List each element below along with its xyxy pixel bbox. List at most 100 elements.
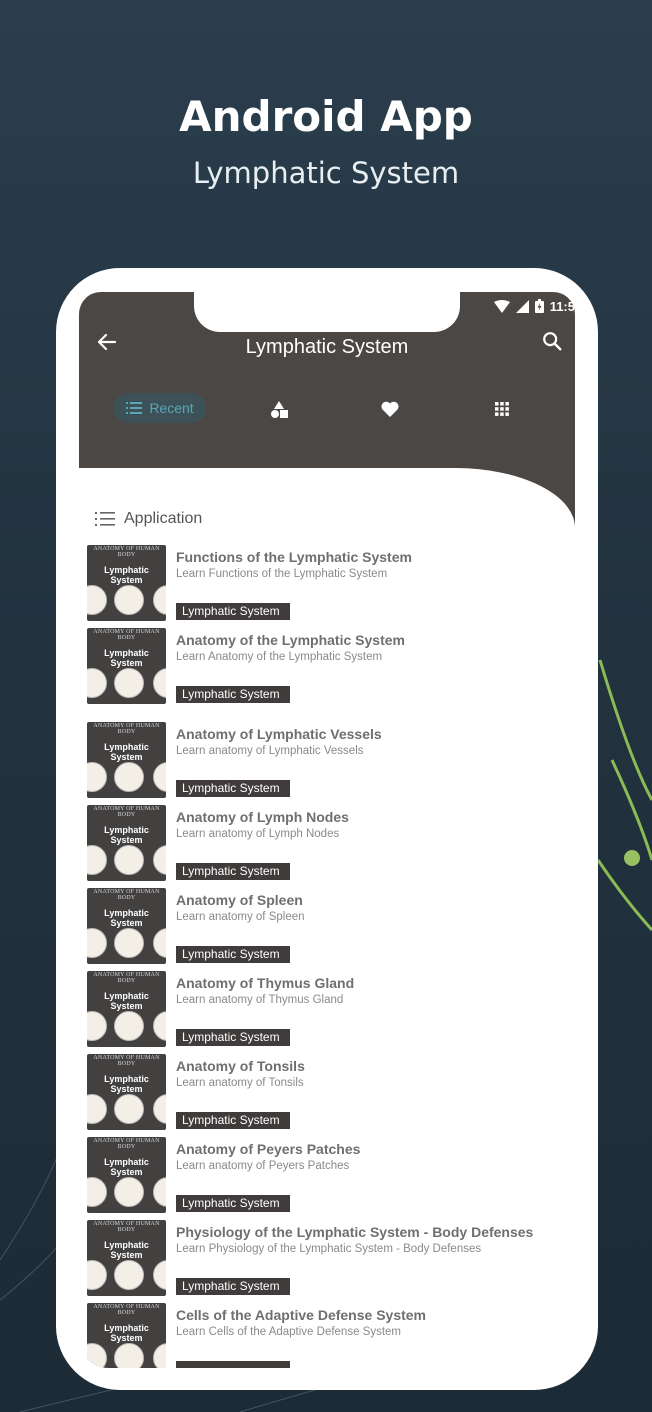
item-title: Anatomy of the Lymphatic System — [176, 632, 405, 648]
topic-thumbnail: ANATOMY OF HUMAN BODY Lymphatic System — [87, 1303, 166, 1368]
item-subtitle: Learn Anatomy of the Lymphatic System — [176, 651, 383, 663]
anatomy-illustration — [87, 1343, 107, 1368]
list-item[interactable]: ANATOMY OF HUMAN BODY Lymphatic System Ana… — [87, 805, 567, 883]
category-tag — [176, 1361, 290, 1368]
list-item[interactable]: ANATOMY OF HUMAN BODY Lymphatic System Ana… — [87, 971, 567, 1049]
list-item[interactable]: ANATOMY OF HUMAN BODY Lymphatic System Ana… — [87, 1054, 567, 1132]
item-title: Anatomy of Peyers Patches — [176, 1141, 361, 1157]
anatomy-illustration — [87, 845, 107, 875]
topic-thumbnail: ANATOMY OF HUMAN BODY Lymphatic System — [87, 1137, 166, 1213]
category-tag: Lymphatic System — [176, 1195, 290, 1212]
thumbnail-title: Lymphatic System — [104, 1074, 149, 1094]
anatomy-illustration — [114, 1094, 144, 1124]
tab-bar: Recent — [79, 393, 575, 425]
anatomy-illustration — [153, 1343, 166, 1368]
anatomy-illustration — [153, 668, 166, 698]
list-item[interactable]: ANATOMY OF HUMAN BODY Lymphatic System Phy… — [87, 1220, 567, 1298]
thumbnail-title: Lymphatic System — [104, 742, 149, 762]
item-subtitle: Learn Functions of the Lymphatic System — [176, 568, 388, 580]
thumbnail-title: Lymphatic System — [104, 991, 149, 1011]
item-subtitle: Learn Cells of the Adaptive Defense Syst… — [176, 1326, 402, 1338]
thumbnail-caption: ANATOMY OF HUMAN BODY — [93, 629, 160, 641]
anatomy-illustration — [87, 928, 107, 958]
anatomy-illustration — [114, 928, 144, 958]
wifi-icon — [493, 299, 510, 313]
list-item[interactable]: ANATOMY OF HUMAN BODY Lymphatic System Ana… — [87, 888, 567, 966]
anatomy-illustration — [153, 1260, 166, 1290]
list-item[interactable]: ANATOMY OF HUMAN BODY Lymphatic System Cel… — [87, 1303, 567, 1368]
item-subtitle: Learn Physiology of the Lymphatic System… — [176, 1243, 482, 1255]
category-tag: Lymphatic System — [176, 863, 290, 880]
item-title: Anatomy of Tonsils — [176, 1058, 305, 1074]
anatomy-illustration — [87, 668, 107, 698]
category-tag: Lymphatic System — [176, 686, 290, 703]
item-title: Physiology of the Lymphatic System - Bod… — [176, 1224, 534, 1240]
thumbnail-title: Lymphatic System — [104, 1240, 149, 1260]
anatomy-illustration — [114, 1260, 144, 1290]
anatomy-illustration — [153, 845, 166, 875]
anatomy-illustration — [87, 762, 107, 792]
tab-recent-label: Recent — [149, 400, 194, 416]
search-icon[interactable] — [541, 330, 563, 352]
grid-icon[interactable] — [492, 399, 512, 419]
list-item[interactable]: ANATOMY OF HUMAN BODY Lymphatic System Ana… — [87, 722, 567, 800]
item-subtitle: Learn anatomy of Peyers Patches — [176, 1160, 350, 1172]
anatomy-illustration — [153, 928, 166, 958]
anatomy-illustration — [87, 585, 107, 615]
anatomy-illustration — [114, 845, 144, 875]
battery-icon — [534, 299, 544, 313]
category-tag: Lymphatic System — [176, 1112, 290, 1129]
signal-icon — [515, 299, 529, 313]
phone-notch — [194, 292, 460, 332]
thumbnail-caption: ANATOMY OF HUMAN BODY — [93, 972, 160, 984]
thumbnail-title: Lymphatic System — [104, 1323, 149, 1343]
thumbnail-title: Lymphatic System — [104, 1157, 149, 1177]
topic-thumbnail: ANATOMY OF HUMAN BODY Lymphatic System — [87, 628, 166, 704]
shapes-icon[interactable] — [269, 399, 289, 419]
promo-title: Android App — [179, 92, 473, 141]
item-title: Anatomy of Lymphatic Vessels — [176, 726, 382, 742]
anatomy-illustration — [87, 1260, 107, 1290]
category-tag: Lymphatic System — [176, 603, 290, 620]
thumbnail-caption: ANATOMY OF HUMAN BODY — [93, 806, 160, 818]
item-subtitle: Learn anatomy of Tonsils — [176, 1077, 304, 1089]
category-tag: Lymphatic System — [176, 780, 290, 797]
anatomy-illustration — [114, 1011, 144, 1041]
anatomy-illustration — [153, 1011, 166, 1041]
list-item[interactable]: ANATOMY OF HUMAN BODY Lymphatic System Ana… — [87, 1137, 567, 1215]
item-subtitle: Learn anatomy of Thymus Gland — [176, 994, 344, 1006]
anatomy-illustration — [114, 1343, 144, 1368]
anatomy-illustration — [153, 1094, 166, 1124]
item-title: Anatomy of Thymus Gland — [176, 975, 355, 991]
anatomy-illustration — [114, 585, 144, 615]
tab-recent[interactable]: Recent — [114, 393, 206, 423]
section-label: Application — [124, 510, 203, 527]
item-title: Anatomy of Spleen — [176, 892, 303, 908]
item-title: Anatomy of Lymph Nodes — [176, 809, 349, 825]
list-item[interactable]: ANATOMY OF HUMAN BODY Lymphatic System Fun… — [87, 545, 567, 623]
category-tag: Lymphatic System — [176, 946, 290, 963]
anatomy-illustration — [114, 762, 144, 792]
app-screen: 11:5 Lymphatic System Recent Application… — [79, 292, 575, 1368]
thumbnail-caption: ANATOMY OF HUMAN BODY — [93, 1221, 160, 1233]
thumbnail-caption: ANATOMY OF HUMAN BODY — [93, 889, 160, 901]
anatomy-illustration — [87, 1094, 107, 1124]
anatomy-illustration — [87, 1011, 107, 1041]
topic-thumbnail: ANATOMY OF HUMAN BODY Lymphatic System — [87, 1220, 166, 1296]
anatomy-illustration — [87, 1177, 107, 1207]
anatomy-illustration — [114, 668, 144, 698]
item-title: Functions of the Lymphatic System — [176, 549, 412, 565]
thumbnail-caption: ANATOMY OF HUMAN BODY — [93, 1055, 160, 1067]
anatomy-illustration — [153, 1177, 166, 1207]
section-header: Application — [95, 510, 202, 528]
thumbnail-title: Lymphatic System — [104, 565, 149, 585]
thumbnail-caption: ANATOMY OF HUMAN BODY — [93, 546, 160, 558]
thumbnail-title: Lymphatic System — [104, 825, 149, 845]
item-subtitle: Learn anatomy of Spleen — [176, 911, 305, 923]
list-item[interactable]: ANATOMY OF HUMAN BODY Lymphatic System Ana… — [87, 628, 567, 706]
heart-icon[interactable] — [380, 399, 400, 419]
topic-thumbnail: ANATOMY OF HUMAN BODY Lymphatic System — [87, 888, 166, 964]
app-bar-title: Lymphatic System — [245, 336, 409, 358]
category-tag: Lymphatic System — [176, 1029, 290, 1046]
topic-thumbnail: ANATOMY OF HUMAN BODY Lymphatic System — [87, 971, 166, 1047]
